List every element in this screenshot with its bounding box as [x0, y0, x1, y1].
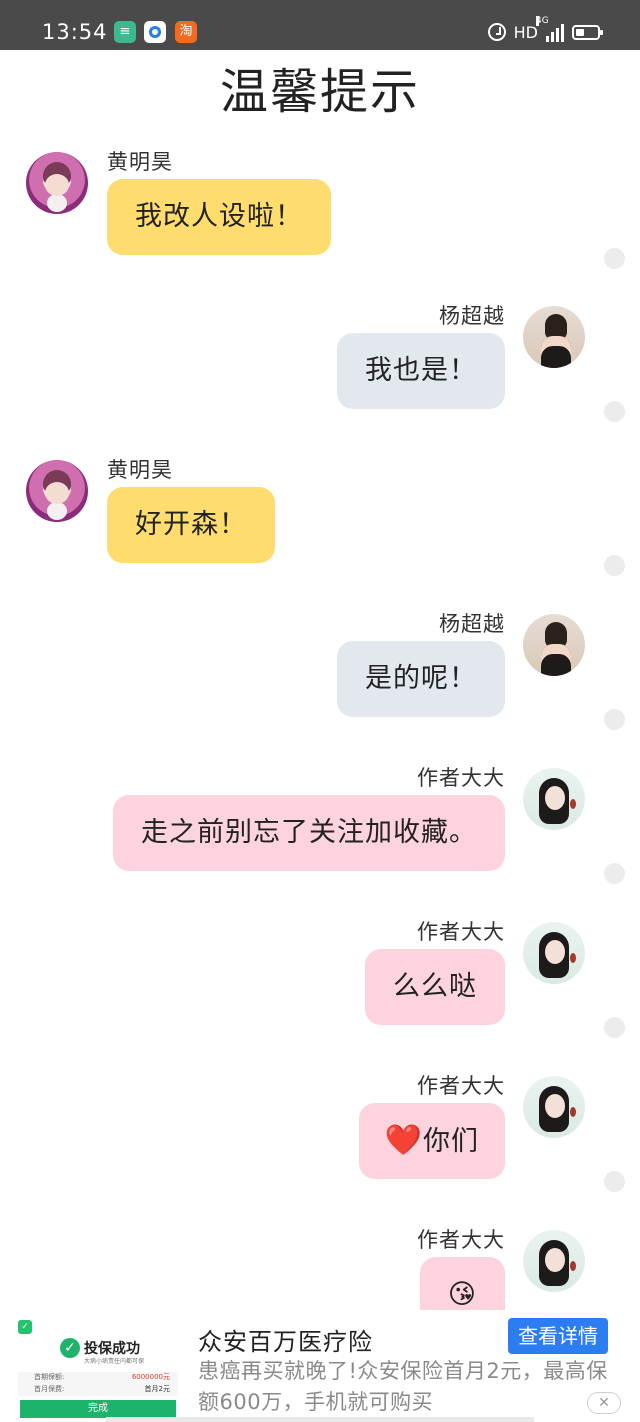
ad-app-icon: ✓	[18, 1320, 32, 1334]
read-status-dot	[604, 248, 625, 269]
status-time: 13:54	[42, 20, 108, 44]
read-status-dot	[604, 863, 625, 884]
message-bubble[interactable]: 我改人设啦！	[107, 179, 331, 255]
read-status-dot	[604, 555, 625, 576]
message-bubble[interactable]: 我也是！	[337, 333, 505, 409]
avatar[interactable]	[26, 460, 88, 522]
heart-emoji-icon: ❤️	[384, 1123, 423, 1158]
message-text: 走之前别忘了关注加收藏。	[141, 817, 477, 848]
ad-thumb-done-button: 完成	[20, 1400, 176, 1418]
ad-progress-bar	[106, 1417, 534, 1422]
message-row: 作者大大 😘	[0, 1224, 640, 1310]
avatar[interactable]	[523, 1076, 585, 1138]
message-row: 作者大大 ❤️你们	[0, 1070, 640, 1200]
page-title: 温馨提示	[219, 64, 420, 120]
ad-thumbnail[interactable]: ✓ ✓ 投保成功 大病小病责任内都可保 首期保额: 6000000元 首月保费:…	[18, 1320, 180, 1420]
network-label: 4G	[536, 16, 549, 26]
ad-thumb-title: 投保成功	[84, 1341, 140, 1357]
close-icon[interactable]: ✕	[587, 1392, 621, 1414]
sender-name: 作者大大	[417, 1228, 505, 1252]
ad-thumb-subtitle: 大病小病责任内都可保	[84, 1358, 145, 1365]
read-status-dot	[604, 1171, 625, 1192]
battery-icon	[572, 24, 603, 40]
ad-description[interactable]: 患癌再买就晚了!众安保险首月2元，最高保额600万，手机就可购买	[198, 1356, 618, 1418]
message-row: 黄明昊 好开森！	[0, 454, 640, 584]
message-text: 么么哒	[393, 971, 477, 1002]
sender-name: 作者大大	[417, 920, 505, 944]
message-bubble[interactable]: ❤️你们	[358, 1103, 505, 1179]
message-row: 作者大大 走之前别忘了关注加收藏。	[0, 762, 640, 892]
chat-screen: 13:54 ≡ 淘 HD 4G 温馨提示 黄明昊 我改人设啦！ 杨超越 我也是！…	[0, 0, 640, 1422]
read-status-dot	[604, 401, 625, 422]
read-status-dot	[604, 1017, 625, 1038]
avatar[interactable]	[523, 306, 585, 368]
ad-thumb-row: 首月保费: 首月2元	[18, 1384, 178, 1396]
message-text: 好开森！	[135, 509, 247, 540]
avatar[interactable]	[523, 614, 585, 676]
check-icon: ✓	[60, 1338, 80, 1358]
sender-name: 杨超越	[439, 304, 505, 328]
sender-name: 作者大大	[417, 1074, 505, 1098]
avatar[interactable]	[523, 1230, 585, 1292]
message-bubble[interactable]: 走之前别忘了关注加收藏。	[113, 795, 505, 871]
avatar[interactable]	[523, 922, 585, 984]
message-row: 杨超越 是的呢！	[0, 608, 640, 738]
message-text: 我改人设啦！	[135, 201, 303, 232]
avatar[interactable]	[26, 152, 88, 214]
status-indicators: HD 4G	[487, 16, 603, 46]
message-row: 杨超越 我也是！	[0, 300, 640, 430]
message-text: 你们	[423, 1126, 479, 1157]
ad-thumb-label: 首月保费:	[34, 1385, 65, 1393]
ad-title[interactable]: 众安百万医疗险	[198, 1322, 373, 1357]
message-bubble[interactable]: 是的呢！	[337, 641, 505, 717]
ad-thumb-value: 6000000元	[131, 1373, 170, 1381]
message-bubble[interactable]: 么么哒	[365, 949, 505, 1025]
signal-icon: 4G	[536, 16, 564, 42]
alarm-icon	[487, 23, 506, 41]
view-details-button[interactable]: 查看详情	[508, 1318, 608, 1354]
message-bubble[interactable]: 😘	[419, 1257, 505, 1310]
sender-name: 杨超越	[439, 612, 505, 636]
kiss-emoji-icon: 😘	[447, 1279, 477, 1310]
read-status-dot	[604, 709, 625, 730]
avatar[interactable]	[523, 768, 585, 830]
ad-thumb-value: 首月2元	[144, 1385, 170, 1393]
ad-thumb-row: 首期保额: 6000000元	[18, 1372, 178, 1384]
taobao-app-icon: 淘	[175, 21, 197, 43]
sender-name: 黄明昊	[107, 458, 173, 482]
status-bar: 13:54 ≡ 淘 HD 4G	[0, 0, 640, 50]
message-text: 是的呢！	[365, 663, 477, 694]
sender-name: 黄明昊	[107, 150, 173, 174]
blue-app-icon	[144, 21, 166, 43]
ad-thumb-label: 首期保额:	[34, 1373, 65, 1381]
hd-label: HD	[513, 22, 538, 42]
sender-name: 作者大大	[417, 766, 505, 790]
green-app-icon: ≡	[114, 21, 136, 43]
message-bubble[interactable]: 好开森！	[107, 487, 275, 563]
ad-banner[interactable]: ✓ ✓ 投保成功 大病小病责任内都可保 首期保额: 6000000元 首月保费:…	[0, 1310, 640, 1422]
message-row: 黄明昊 我改人设啦！	[0, 146, 640, 276]
message-row: 作者大大 么么哒	[0, 916, 640, 1046]
message-text: 我也是！	[365, 355, 477, 386]
